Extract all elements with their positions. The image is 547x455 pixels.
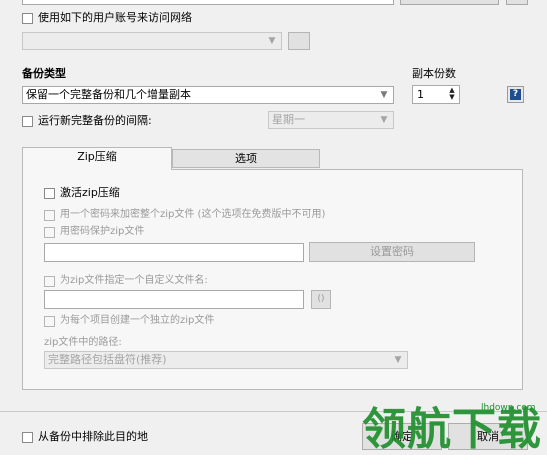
zip-path-select[interactable]: 完整路径包括盘符(推荐) ▼ [44, 351, 408, 369]
backup-type-heading: 备份类型 [22, 67, 66, 80]
full-backup-interval-label: 运行新完整备份的间隔: [38, 114, 152, 127]
one-password-checkbox[interactable] [44, 210, 55, 221]
full-backup-interval-checkbox[interactable] [22, 116, 33, 127]
set-password-button[interactable]: 设置密码 [309, 242, 475, 262]
zip-path-label: zip文件中的路径: [44, 337, 122, 348]
account-select[interactable]: ▼ [22, 32, 282, 50]
set-password-button-label: 设置密码 [370, 245, 414, 258]
copies-stepper[interactable]: 1 ▲ ▼ [412, 85, 460, 104]
activate-zip-label: 激活zip压缩 [60, 186, 120, 199]
top-clipped-button[interactable] [400, 0, 499, 5]
interval-weekday-select[interactable]: 星期一 ▼ [268, 111, 394, 129]
use-account-label: 使用如下的用户账号来访问网络 [38, 11, 192, 24]
help-icon: ? [510, 89, 521, 100]
copies-label: 副本份数 [412, 67, 456, 80]
separate-zip-label: 为每个项目创建一个独立的zip文件 [60, 315, 215, 326]
exclude-destination-checkbox[interactable] [22, 432, 33, 443]
account-browse-button[interactable] [288, 32, 310, 50]
top-clipped-field[interactable] [22, 0, 394, 5]
password-field[interactable] [44, 243, 304, 262]
tab-zip[interactable]: Zip压缩 [22, 147, 172, 170]
custom-name-field[interactable] [44, 290, 304, 309]
chevron-down-icon: ▼ [394, 355, 402, 365]
chevron-down-icon: ▼ [380, 90, 388, 100]
exclude-destination-label: 从备份中排除此目的地 [38, 430, 148, 443]
chevron-down-icon: ▼ [380, 115, 388, 125]
help-button[interactable]: ? [507, 86, 524, 103]
activate-zip-checkbox[interactable] [44, 188, 55, 199]
password-protect-label: 用密码保护zip文件 [60, 226, 145, 237]
copies-value: 1 [417, 88, 424, 101]
interval-weekday-value: 星期一 [272, 113, 305, 126]
chevron-down-icon: ▼ [268, 36, 276, 46]
custom-name-checkbox[interactable] [44, 276, 55, 287]
zip-tab-panel: 激活zip压缩 用一个密码来加密整个zip文件 (这个选项在免费版中不可用) 用… [22, 169, 523, 390]
password-protect-checkbox[interactable] [44, 227, 55, 238]
backup-type-value: 保留一个完整备份和几个增量副本 [26, 88, 191, 101]
tab-zip-label: Zip压缩 [77, 150, 117, 163]
custom-name-label: 为zip文件指定一个自定义文件名: [60, 275, 208, 286]
tab-options-label: 选项 [235, 152, 257, 165]
watermark-logo: 领航下载 [362, 404, 542, 455]
info-button[interactable]: () [311, 290, 331, 309]
stepper-arrows-icon[interactable]: ▲ ▼ [447, 87, 457, 102]
top-clipped-small-button[interactable] [506, 0, 528, 5]
zip-path-value: 完整路径包括盘符(推荐) [48, 353, 167, 366]
info-button-label: () [317, 294, 325, 304]
backup-type-select[interactable]: 保留一个完整备份和几个增量副本 ▼ [22, 86, 394, 104]
tab-options[interactable]: 选项 [172, 149, 320, 168]
one-password-label: 用一个密码来加密整个zip文件 (这个选项在免费版中不可用) [60, 209, 326, 220]
separate-zip-checkbox[interactable] [44, 316, 55, 327]
use-account-checkbox[interactable] [22, 13, 33, 24]
